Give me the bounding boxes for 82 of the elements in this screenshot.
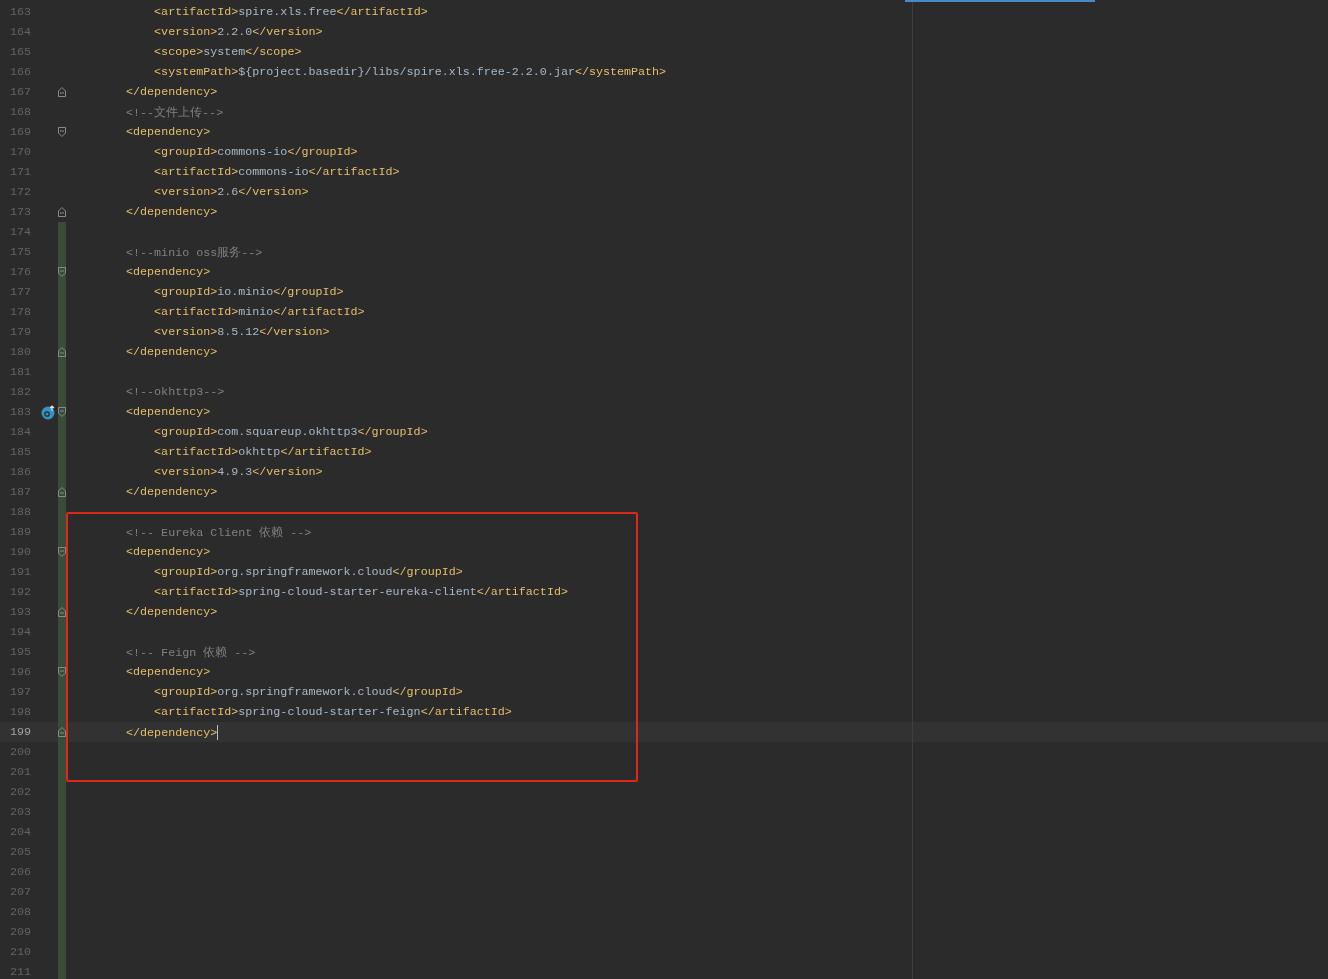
code-text: <groupId>com.squareup.okhttp3</groupId>	[153, 425, 428, 439]
line-number: 201	[8, 765, 31, 779]
line-number: 193	[8, 605, 31, 619]
line-number: 189	[8, 525, 31, 539]
line-number: 179	[8, 325, 31, 339]
line-number: 168	[8, 105, 31, 119]
line-number: 192	[8, 585, 31, 599]
line-number: 165	[8, 45, 31, 59]
code-text: <version>8.5.12</version>	[153, 325, 330, 339]
line-number: 167	[8, 85, 31, 99]
code-text: <systemPath>${project.basedir}/libs/spire.xls.free-2.2.0.jar</systemPath>	[153, 65, 667, 79]
code-text: <version>2.6</version>	[153, 185, 309, 199]
code-comment: <!--minio oss服务-->	[125, 244, 263, 260]
code-text: <dependency>	[125, 125, 211, 139]
line-number: 204	[8, 825, 31, 839]
line-number: 172	[8, 185, 31, 199]
line-number: 209	[8, 925, 31, 939]
line-number: 197	[8, 685, 31, 699]
line-number: 205	[8, 845, 31, 859]
code-text: <dependency>	[125, 545, 211, 559]
code-text: </dependency>	[125, 205, 218, 219]
code-comment: <!-- Feign 依赖 -->	[125, 644, 256, 660]
line-number: 180	[8, 345, 31, 359]
line-number: 164	[8, 25, 31, 39]
line-number: 190	[8, 545, 31, 559]
line-number: 182	[8, 385, 31, 399]
line-number: 177	[8, 285, 31, 299]
code-text: <groupId>org.springframework.cloud</groupId>	[153, 565, 463, 579]
line-number: 184	[8, 425, 31, 439]
line-number: 174	[8, 225, 31, 239]
line-number: 208	[8, 905, 31, 919]
code-text: <groupId>io.minio</groupId>	[153, 285, 344, 299]
line-number: 207	[8, 885, 31, 899]
code-text: <artifactId>spring-cloud-starter-feign</artifactId>	[153, 705, 512, 719]
line-number: 203	[8, 805, 31, 819]
line-number: 210	[8, 945, 31, 959]
line-number: 188	[8, 505, 31, 519]
line-number: 186	[8, 465, 31, 479]
code-text: <groupId>commons-io</groupId>	[153, 145, 358, 159]
code-text: <version>2.2.0</version>	[153, 25, 323, 39]
line-number: 195	[8, 645, 31, 659]
code-comment: <!--文件上传-->	[125, 104, 224, 120]
code-text: <dependency>	[125, 405, 211, 419]
code-text: <artifactId>spire.xls.free</artifactId>	[153, 5, 428, 19]
line-number: 196	[8, 665, 31, 679]
code-text: </dependency>	[125, 345, 218, 359]
line-number: 171	[8, 165, 31, 179]
code-text: <artifactId>spring-cloud-starter-eureka-client</artifactId>	[153, 585, 568, 599]
line-number: 194	[8, 625, 31, 639]
line-number: 187	[8, 485, 31, 499]
code-text: </dependency>	[125, 85, 218, 99]
line-number: 169	[8, 125, 31, 139]
code-text: <artifactId>commons-io</artifactId>	[153, 165, 400, 179]
line-number: 199	[8, 725, 31, 739]
code-text: </dependency>	[125, 724, 219, 740]
line-number: 166	[8, 65, 31, 79]
code-comment: <!-- Eureka Client 依赖 -->	[125, 524, 312, 540]
line-number: 175	[8, 245, 31, 259]
line-number: 202	[8, 785, 31, 799]
line-number: 181	[8, 365, 31, 379]
code-text: <dependency>	[125, 265, 211, 279]
code-text: <artifactId>okhttp</artifactId>	[153, 445, 372, 459]
line-number: 178	[8, 305, 31, 319]
line-number: 170	[8, 145, 31, 159]
line-number: 198	[8, 705, 31, 719]
line-number: 191	[8, 565, 31, 579]
code-comment: <!--okhttp3-->	[125, 385, 225, 399]
line-number: 163	[8, 5, 31, 19]
code-text: </dependency>	[125, 605, 218, 619]
line-number: 200	[8, 745, 31, 759]
code-text: <groupId>org.springframework.cloud</groupId>	[153, 685, 463, 699]
line-number: 206	[8, 865, 31, 879]
code-text: <dependency>	[125, 665, 211, 679]
line-number: 173	[8, 205, 31, 219]
line-number: 183	[8, 405, 31, 419]
code-text: <artifactId>minio</artifactId>	[153, 305, 365, 319]
code-text: <version>4.9.3</version>	[153, 465, 323, 479]
line-number: 211	[8, 965, 31, 979]
line-number: 176	[8, 265, 31, 279]
line-number: 185	[8, 445, 31, 459]
code-text: </dependency>	[125, 485, 218, 499]
code-text: <scope>system</scope>	[153, 45, 302, 59]
